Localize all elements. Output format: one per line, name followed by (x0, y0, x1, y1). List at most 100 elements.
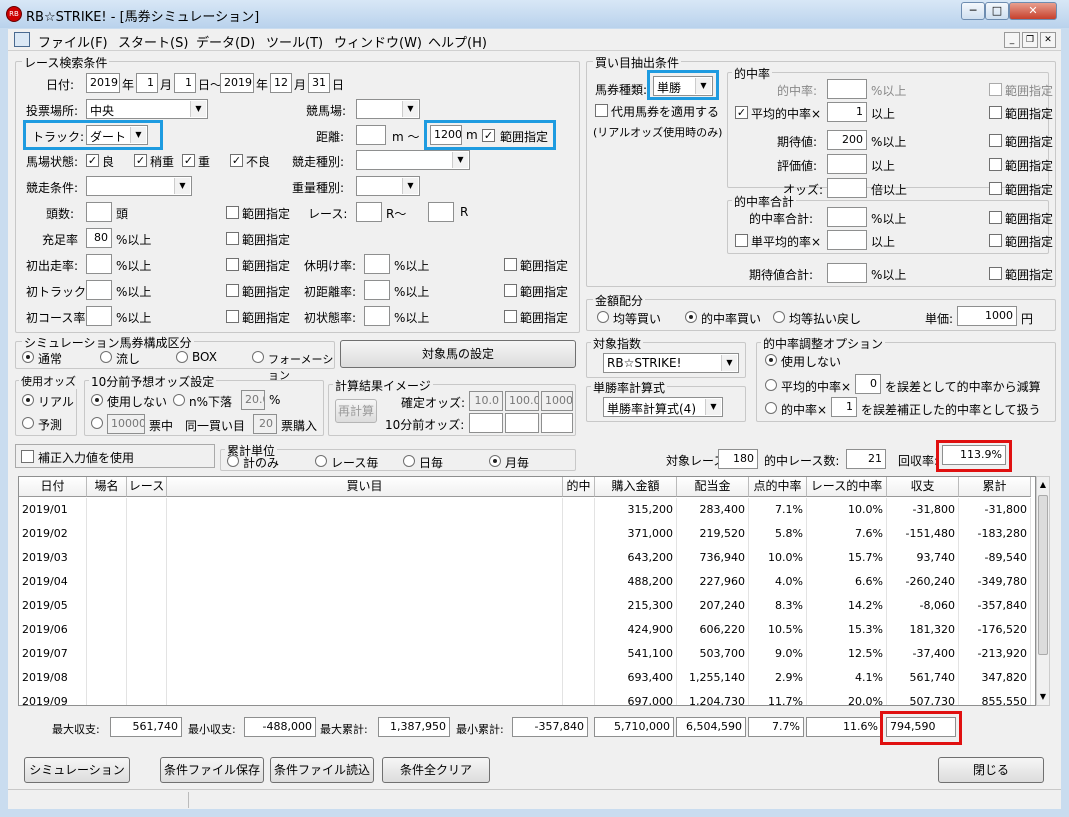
unit-price-input[interactable]: 1000 (957, 306, 1017, 326)
normal-radio[interactable] (22, 351, 34, 363)
column-header[interactable]: 購入金額 (595, 477, 677, 497)
start-day-input[interactable]: 1 (174, 73, 196, 93)
distance-to-input[interactable]: 1200 (430, 125, 462, 145)
equal-buy-radio[interactable] (597, 311, 609, 323)
mdi-minimize-icon[interactable]: _ (1004, 32, 1020, 48)
first-course-input[interactable] (86, 306, 112, 326)
odds-no-radio[interactable] (91, 394, 103, 406)
first-run-range-checkbox[interactable] (226, 258, 239, 271)
adjust-none-radio[interactable] (765, 354, 777, 366)
expect-sum-range-checkbox[interactable] (989, 267, 1002, 280)
clear-conditions-button[interactable]: 条件全クリア (382, 757, 490, 783)
race-condition-select[interactable]: ▼ (86, 176, 192, 196)
correction-checkbox[interactable] (21, 450, 34, 463)
course-select[interactable]: ▼ (356, 99, 420, 119)
odds-input[interactable] (827, 178, 867, 198)
rest-rate-input[interactable] (364, 254, 390, 274)
first-track-input[interactable] (86, 280, 112, 300)
agg-month-radio[interactable] (489, 455, 501, 467)
column-header[interactable]: 点的中率 (749, 477, 807, 497)
race-from-input[interactable] (356, 202, 382, 222)
table-scrollbar[interactable]: ▲ ▼ (1036, 476, 1050, 706)
hit-sum-input[interactable] (827, 207, 867, 227)
end-day-input[interactable]: 31 (308, 73, 330, 93)
table-row[interactable]: 2019/04 488,200 227,960 4.0% 6.6% -260,240 -34… (19, 570, 1035, 594)
single-avg-input[interactable] (827, 230, 867, 250)
adjust-subtract-radio[interactable] (765, 379, 777, 391)
pred-odds-radio[interactable] (22, 417, 34, 429)
column-header[interactable]: レース (127, 477, 167, 497)
single-avg-checkbox[interactable] (735, 234, 748, 247)
column-header[interactable]: 日付 (19, 477, 87, 497)
menu-start[interactable]: スタート(S) (118, 32, 188, 51)
distance-range-checkbox[interactable]: ✓ (482, 129, 495, 142)
target-index-select[interactable]: RB☆STRIKE! ▼ (603, 353, 739, 373)
recalc-button[interactable]: 再計算 (335, 399, 377, 423)
cond-good-checkbox[interactable]: ✓ (86, 154, 99, 167)
document-icon[interactable] (14, 32, 30, 47)
expect-range-checkbox[interactable] (989, 134, 1002, 147)
single-avg-range-checkbox[interactable] (989, 234, 1002, 247)
table-row[interactable]: 2019/06 424,900 606,220 10.5% 15.3% 181,320 -1… (19, 618, 1035, 642)
weight-type-select[interactable]: ▼ (356, 176, 420, 196)
maximize-icon[interactable]: □ (985, 2, 1009, 20)
cond-heavy-checkbox[interactable]: ✓ (182, 154, 195, 167)
start-month-input[interactable]: 1 (136, 73, 158, 93)
fill-rate-input[interactable]: 80 (86, 228, 112, 248)
first-distance-input[interactable] (364, 280, 390, 300)
adjust-correct-radio[interactable] (765, 402, 777, 414)
track-select[interactable]: ダート ▼ (86, 125, 148, 145)
proxy-checkbox[interactable] (595, 104, 608, 117)
mdi-restore-icon[interactable]: ❐ (1022, 32, 1038, 48)
odds-drop-input[interactable]: 20.0 (241, 390, 265, 410)
first-condition-input[interactable] (364, 306, 390, 326)
first-run-input[interactable] (86, 254, 112, 274)
first-condition-range-checkbox[interactable] (504, 310, 517, 323)
menu-file[interactable]: ファイル(F) (38, 32, 108, 51)
agg-day-radio[interactable] (403, 455, 415, 467)
odds-votes-radio[interactable] (91, 417, 103, 429)
venue-select[interactable]: 中央 ▼ (86, 99, 208, 119)
rating-range-checkbox[interactable] (989, 158, 1002, 171)
first-course-range-checkbox[interactable] (226, 310, 239, 323)
end-year-input[interactable]: 2019 (220, 73, 254, 93)
menu-window[interactable]: ウィンドウ(W) (334, 32, 422, 51)
race-to-input[interactable] (428, 202, 454, 222)
menu-help[interactable]: ヘルプ(H) (428, 32, 487, 51)
column-header[interactable]: 収支 (887, 477, 959, 497)
heads-input[interactable] (86, 202, 112, 222)
target-horse-button[interactable]: 対象馬の設定 (340, 340, 576, 368)
table-row[interactable]: 2019/03 643,200 736,940 10.0% 15.7% 93,740 -89… (19, 546, 1035, 570)
hit-rate-input[interactable] (827, 79, 867, 99)
heads-range-checkbox[interactable] (226, 206, 239, 219)
expect-input[interactable]: 200 (827, 130, 867, 150)
avg-hit-input[interactable]: 1 (827, 102, 867, 122)
column-header[interactable]: レース的中率 (807, 477, 887, 497)
start-year-input[interactable]: 2019 (86, 73, 120, 93)
formation-radio[interactable] (252, 351, 264, 363)
minimize-icon[interactable]: ─ (961, 2, 985, 20)
agg-total-radio[interactable] (227, 455, 239, 467)
race-type-select[interactable]: ▼ (356, 150, 470, 170)
save-conditions-button[interactable]: 条件ファイル保存 (160, 757, 264, 783)
equal-payout-radio[interactable] (773, 311, 785, 323)
table-row[interactable]: 2019/01 315,200 283,400 7.1% 10.0% -31,800 -31… (19, 498, 1035, 522)
column-header[interactable]: 的中 (563, 477, 595, 497)
table-row[interactable]: 2019/09 697,000 1,204,730 11.7% 20.0% 507,730… (19, 690, 1035, 705)
close-button[interactable]: 閉じる (938, 757, 1044, 783)
column-header[interactable]: 配当金 (677, 477, 749, 497)
win-rate-formula-select[interactable]: 単勝率計算式(4) ▼ (603, 397, 723, 417)
hit-range-checkbox[interactable] (989, 83, 1002, 96)
rest-range-checkbox[interactable] (504, 258, 517, 271)
avg-hit-range-checkbox[interactable] (989, 106, 1002, 119)
first-track-range-checkbox[interactable] (226, 284, 239, 297)
cond-slightly-heavy-checkbox[interactable]: ✓ (134, 154, 147, 167)
hit-sum-range-checkbox[interactable] (989, 211, 1002, 224)
adjust-correct-input[interactable]: 1 (831, 397, 857, 417)
close-icon[interactable]: ✕ (1009, 2, 1057, 20)
simulation-button[interactable]: シミュレーション (24, 757, 130, 783)
nagashi-radio[interactable] (100, 351, 112, 363)
odds-same-input[interactable]: 20 (253, 414, 277, 434)
agg-race-radio[interactable] (315, 455, 327, 467)
results-table[interactable]: 日付 場名 レース 買い目 的中 購入金額 配当金 点的中率 レース的中率 収支 累計 2019/0… (18, 476, 1036, 706)
